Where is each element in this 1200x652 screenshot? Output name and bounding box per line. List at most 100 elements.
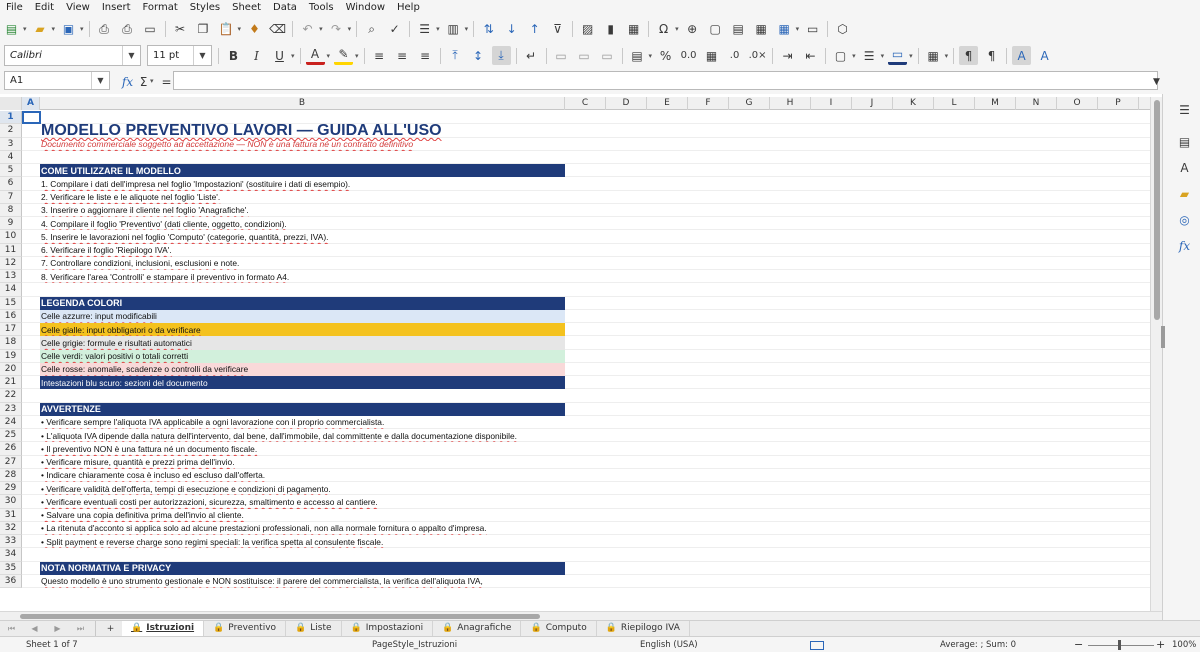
zoom-in-icon[interactable]: +	[1156, 638, 1165, 651]
cell-text[interactable]: • L'aliquota IVA dipende dalla natura de…	[40, 429, 565, 442]
cell-text[interactable]: Celle verdi: valori positivi o totali co…	[40, 349, 565, 363]
percent-format-icon[interactable]: %	[656, 46, 675, 65]
vertical-scrollbar[interactable]	[1150, 97, 1162, 612]
print-icon[interactable]: ⎙	[118, 20, 137, 39]
row-header-26[interactable]: 26	[0, 442, 22, 456]
currency-format-icon[interactable]: ▤	[628, 46, 647, 65]
cell-text[interactable]: Questo modello è uno strumento gestional…	[40, 575, 565, 588]
cell-text[interactable]: • Verificare sempre l'aliquota IVA appli…	[40, 416, 565, 429]
menu-item-view[interactable]: View	[60, 0, 96, 16]
column-header-f[interactable]: F	[688, 97, 729, 110]
expand-formula-bar-icon[interactable]: ▼	[1147, 72, 1166, 91]
column-header-a[interactable]: A	[22, 97, 40, 110]
save-icon[interactable]: ▣	[59, 20, 78, 39]
copy-icon[interactable]: ❐	[194, 20, 213, 39]
row-header-19[interactable]: 19	[0, 349, 22, 363]
cell-text[interactable]: 7. Controllare condizioni, inclusioni, e…	[40, 257, 565, 270]
font-size-combo[interactable]: 11 pt ▼	[147, 45, 212, 66]
freeze-rows-columns-icon[interactable]: ▦	[775, 20, 794, 39]
selection-mode-icon[interactable]	[810, 641, 824, 650]
sheet-tab-istruzioni[interactable]: 🔒 Istruzioni	[122, 620, 205, 637]
clear-formatting-icon[interactable]: ⌫	[268, 20, 287, 39]
column-header-e[interactable]: E	[647, 97, 688, 110]
bold-icon[interactable]: B	[224, 46, 243, 65]
sheet-tab-liste[interactable]: 🔒 Liste	[286, 620, 342, 637]
menu-item-file[interactable]: File	[0, 0, 29, 16]
open-folder-icon[interactable]: ▰	[31, 20, 50, 39]
border-style-icon[interactable]: ☰	[860, 46, 879, 65]
chevron-down-icon[interactable]: ▼	[122, 46, 140, 65]
sheet-tab-preventivo[interactable]: 🔒 Preventivo	[204, 620, 287, 637]
headers-footers-icon[interactable]: ▤	[729, 20, 748, 39]
menu-item-tools[interactable]: Tools	[303, 0, 340, 16]
row-header-27[interactable]: 27	[0, 455, 22, 469]
cell-text[interactable]: Celle gialle: input obbligatori o da ver…	[40, 323, 565, 337]
chevron-down-icon[interactable]: ▼	[91, 72, 109, 89]
sort-descending-icon[interactable]: ↑	[525, 20, 544, 39]
image-icon[interactable]: ▨	[578, 20, 597, 39]
increase-indent-icon[interactable]: ⇥	[778, 46, 797, 65]
document-subtitle[interactable]: Documento commerciale soggetto ad accett…	[40, 138, 565, 151]
align-top-icon[interactable]: ⤒	[446, 46, 465, 65]
cell-text[interactable]: • La ritenuta d'acconto si applica solo …	[40, 522, 565, 535]
formula-input[interactable]	[173, 71, 1158, 90]
cell-text[interactable]: • Indicare chiaramente cosa è incluso ed…	[40, 469, 565, 482]
column-header-n[interactable]: N	[1016, 97, 1057, 110]
sidebar-collapse-handle[interactable]	[1161, 326, 1165, 348]
add-decimal-icon[interactable]: .0	[725, 46, 744, 65]
chart-icon[interactable]: ▮	[601, 20, 620, 39]
row-header-31[interactable]: 31	[0, 508, 22, 522]
wrap-text-icon[interactable]: ↵	[522, 46, 541, 65]
spelling-icon[interactable]: ✓	[385, 20, 404, 39]
row-header-6[interactable]: 6	[0, 177, 22, 191]
properties-icon[interactable]: ▤	[1175, 132, 1194, 151]
decrease-indent-icon[interactable]: ⇤	[801, 46, 820, 65]
font-name-combo[interactable]: Calibri ▼	[4, 45, 141, 66]
section-header[interactable]: LEGENDA COLORI	[40, 296, 565, 310]
row-header-18[interactable]: 18	[0, 336, 22, 350]
styles-icon[interactable]: A	[1175, 158, 1194, 177]
align-right-icon[interactable]: ≡	[416, 46, 435, 65]
left-to-right-icon[interactable]: ¶	[959, 46, 979, 65]
section-header[interactable]: NOTA NORMATIVA E PRIVACY	[40, 561, 565, 575]
cell-text[interactable]: • Verificare misure, quantità e prezzi p…	[40, 456, 565, 469]
section-header[interactable]: Intestazioni blu scuro: sezioni del docu…	[40, 376, 565, 390]
split-window-icon[interactable]: ▭	[803, 20, 822, 39]
cell-text[interactable]: Celle rosse: anomalie, scadenze o contro…	[40, 362, 565, 376]
column-header-d[interactable]: D	[606, 97, 647, 110]
row-header-21[interactable]: 21	[0, 376, 22, 390]
comment-icon[interactable]: ▢	[706, 20, 725, 39]
underline-icon[interactable]: U	[270, 46, 289, 65]
column-header-k[interactable]: K	[893, 97, 934, 110]
show-draw-functions-icon[interactable]: ⬡	[833, 20, 852, 39]
spreadsheet-grid[interactable]: ABCDEFGHIJKLMNOP 1 2 MODELLO PREVENTIVO LA…	[0, 97, 1150, 612]
row-header-15[interactable]: 15	[0, 296, 22, 310]
row-header-20[interactable]: 20	[0, 362, 22, 376]
row-header-10[interactable]: 10	[0, 230, 22, 244]
row-header-2[interactable]: 2	[0, 124, 22, 138]
column-header-h[interactable]: H	[770, 97, 811, 110]
text-direction-top-bottom-icon[interactable]: A	[1035, 46, 1054, 65]
conditional-format-icon[interactable]: ▦	[924, 46, 943, 65]
row-header-35[interactable]: 35	[0, 561, 22, 575]
menu-item-format[interactable]: Format	[137, 0, 184, 16]
merge-center-icon[interactable]: ▭	[552, 46, 571, 65]
pivot-table-icon[interactable]: ▦	[624, 20, 643, 39]
cell-text[interactable]: • Il preventivo NON è una fattura né un …	[40, 442, 565, 455]
right-to-left-icon[interactable]: ¶	[982, 46, 1001, 65]
borders-icon[interactable]: ▢	[831, 46, 850, 65]
row-header-29[interactable]: 29	[0, 482, 22, 496]
sheet-tab-impostazioni[interactable]: 🔒 Impostazioni	[342, 620, 434, 637]
menu-item-styles[interactable]: Styles	[184, 0, 226, 16]
sort-ascending-icon[interactable]: ↓	[502, 20, 521, 39]
border-color-icon[interactable]: ▭	[888, 46, 908, 65]
horizontal-scroll-thumb[interactable]	[20, 614, 540, 619]
horizontal-scrollbar[interactable]	[0, 611, 1162, 620]
italic-icon[interactable]: I	[247, 46, 266, 65]
sort-icon[interactable]: ⇅	[479, 20, 498, 39]
selected-cell-a1[interactable]	[22, 111, 41, 125]
cell-text[interactable]: • Verificare eventuali costi per autoriz…	[40, 495, 565, 508]
row-header-11[interactable]: 11	[0, 243, 22, 257]
row-header-30[interactable]: 30	[0, 495, 22, 509]
row-header-32[interactable]: 32	[0, 521, 22, 535]
